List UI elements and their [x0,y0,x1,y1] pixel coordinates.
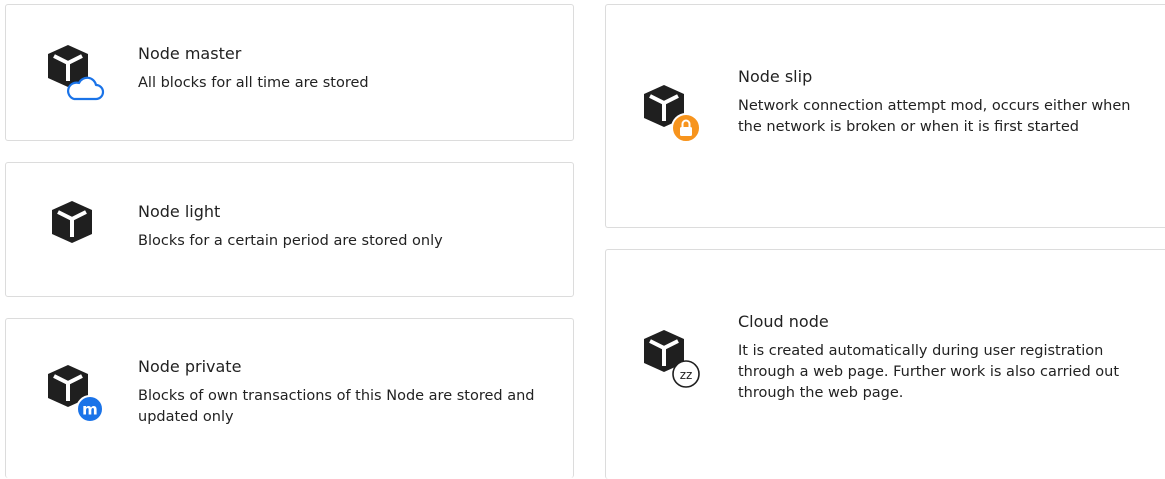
card-title: Cloud node [738,312,829,331]
sleep-letters: zz [680,368,693,382]
card-description: Blocks of own transactions of this Node … [138,388,535,425]
card-title: Node light [138,202,221,221]
cube-lock-icon [640,81,704,145]
cube-cloud-icon [44,41,108,105]
badge-letter: m [82,401,98,419]
card-title: Node master [138,44,242,63]
cube-sleep-icon: zz [640,326,704,390]
node-light-card[interactable]: Node light Blocks for a certain period a… [5,162,574,297]
card-title: Node slip [738,67,813,86]
cube-icon [44,193,108,257]
node-master-card[interactable]: Node master All blocks for all time are … [5,4,574,141]
card-description: It is created automatically during user … [738,343,1120,401]
card-description: Network connection attempt mod, occurs e… [738,98,1131,135]
cloud-node-card[interactable]: zz Cloud node It is created automaticall… [605,249,1165,479]
card-description: Blocks for a certain period are stored o… [138,233,443,249]
card-description: All blocks for all time are stored [138,75,369,91]
card-title: Node private [138,357,242,376]
node-private-card[interactable]: m Node private Blocks of own transaction… [5,318,574,478]
cube-m-badge-icon: m [44,361,108,425]
node-slip-card[interactable]: Node slip Network connection attempt mod… [605,4,1165,228]
